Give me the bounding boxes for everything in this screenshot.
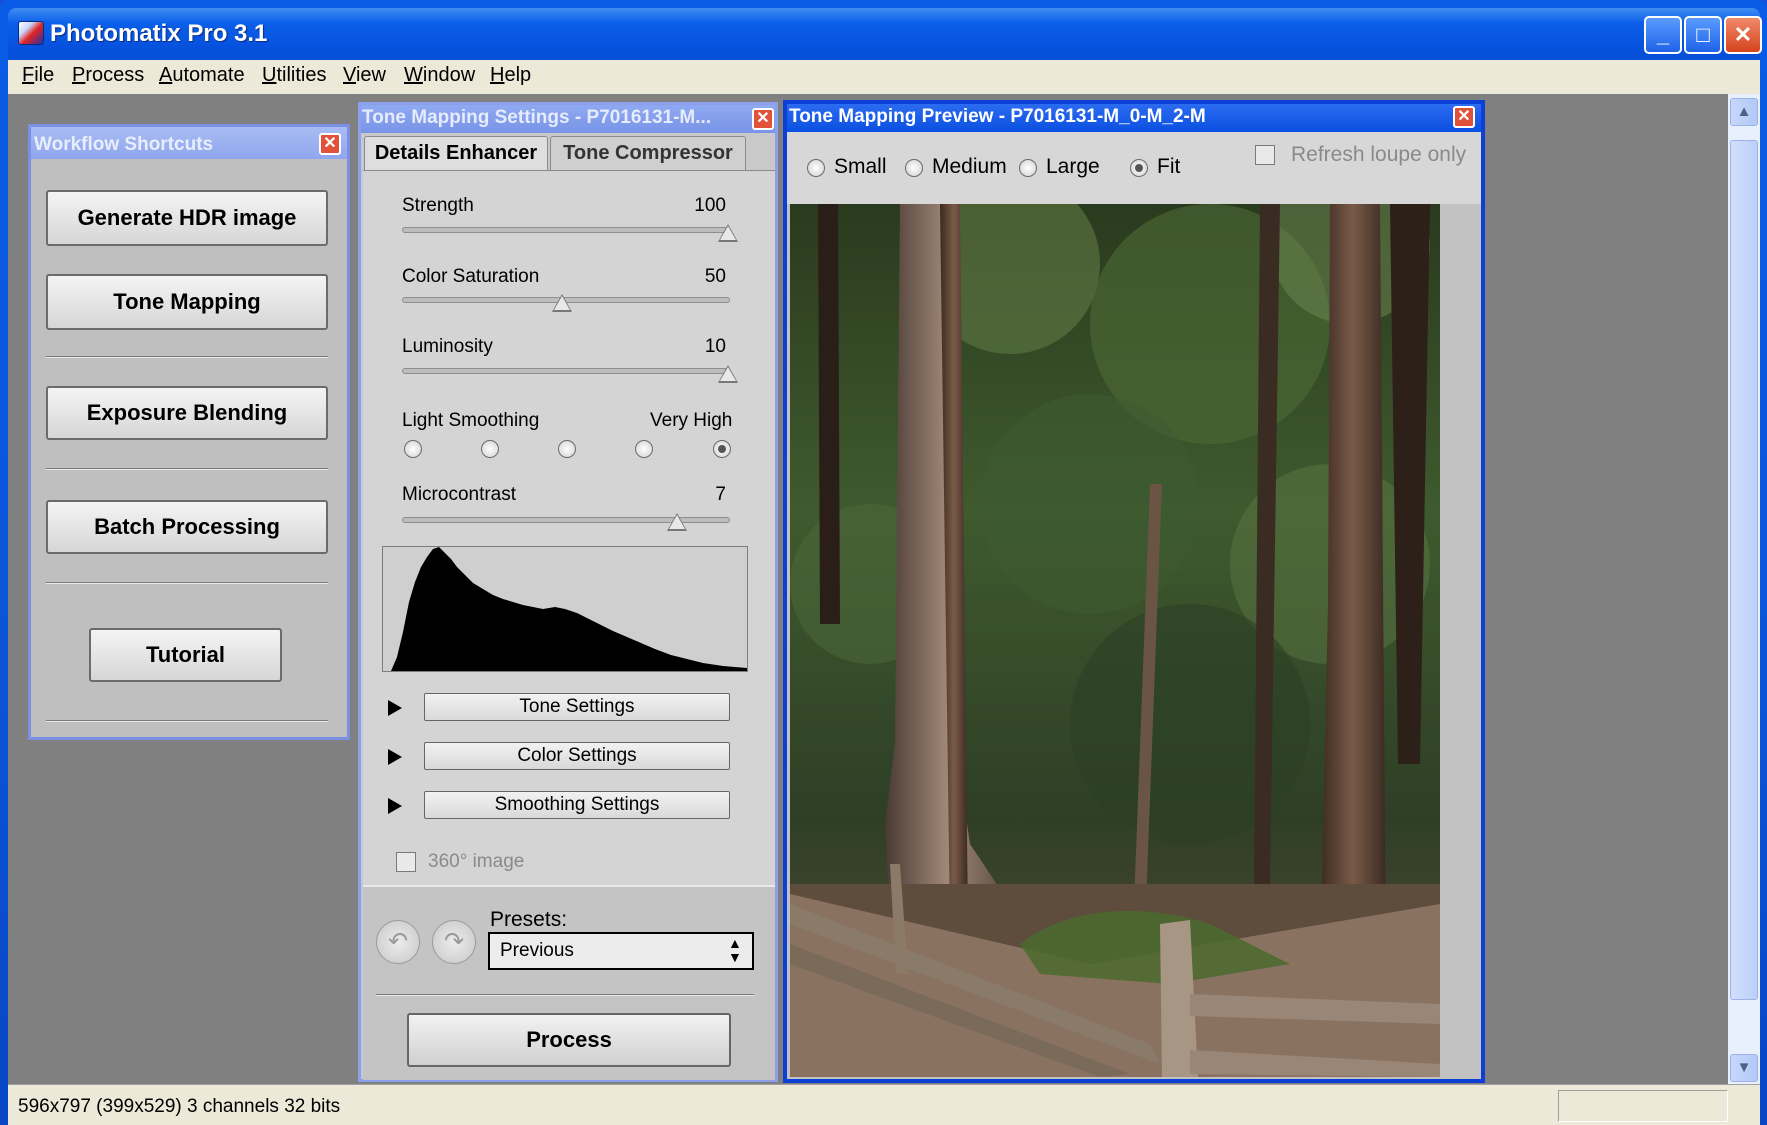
menu-automate[interactable]: Automate [159,64,245,87]
tone-settings-title: Tone Mapping Settings - P7016131-M... [362,107,712,128]
app-title: Photomatix Pro 3.1 [50,20,268,47]
histogram-graph [391,547,747,671]
maximize-button[interactable]: □ [1684,16,1722,54]
preview-title: Tone Mapping Preview - P7016131-M_0-M_2-… [789,106,1206,127]
microcontrast-label: Microcontrast [402,484,517,505]
light-smoothing-value: Very High [650,410,733,431]
light-smoothing-radio-4[interactable] [635,440,653,458]
size-medium-radio[interactable] [905,159,923,177]
undo-button[interactable]: ↶ [376,920,420,964]
color-settings-button[interactable]: Color Settings [424,742,730,770]
menu-help[interactable]: Help [490,64,531,87]
presets-select[interactable]: Previous ▲ ▼ [488,932,754,970]
app-icon [18,21,44,45]
luminosity-label: Luminosity [402,336,493,357]
light-smoothing-radio-5[interactable] [713,440,731,458]
select-arrows-icon: ▲ ▼ [728,935,742,965]
size-large-radio[interactable] [1019,159,1037,177]
histogram [382,546,748,672]
menu-window[interactable]: Window [404,64,475,87]
batch-processing-button[interactable]: Batch Processing [46,500,328,554]
size-small-label: Small [834,155,887,178]
light-smoothing-radio-2[interactable] [481,440,499,458]
minimize-button[interactable]: _ [1644,16,1682,54]
strength-value: 100 [694,195,726,216]
menu-process[interactable]: Process [72,64,144,87]
refresh-loupe-checkbox[interactable] [1255,145,1275,165]
tone-settings-button[interactable]: Tone Settings [424,693,730,721]
tab-details-enhancer[interactable]: Details Enhancer [364,136,548,170]
color-saturation-value: 50 [704,266,726,287]
menu-utilities[interactable]: Utilities [262,64,326,87]
luminosity-slider-thumb[interactable] [718,365,738,383]
generate-hdr-button[interactable]: Generate HDR image [46,190,328,246]
luminosity-slider-track[interactable] [402,368,730,374]
strength-slider-track[interactable] [402,227,730,233]
color-saturation-slider-thumb[interactable] [552,294,572,312]
microcontrast-value: 7 [715,484,726,505]
presets-selected-value: Previous [500,940,574,961]
menu-file[interactable]: File [22,64,54,87]
image-360-checkbox[interactable] [396,852,416,872]
presets-label: Presets: [490,908,568,931]
workflow-separator [46,468,328,470]
workflow-close-icon[interactable]: ✕ [319,133,341,155]
workflow-separator [46,720,328,722]
scroll-thumb[interactable] [1730,140,1758,1000]
workflow-separator [46,582,328,584]
preview-close-icon[interactable]: ✕ [1453,106,1475,128]
presets-separator [376,994,754,996]
refresh-loupe-label: Refresh loupe only [1291,143,1467,166]
light-smoothing-label: Light Smoothing [402,410,540,431]
tone-settings-expand-icon[interactable] [388,700,402,716]
scroll-down-button[interactable]: ▼ [1730,1054,1758,1082]
menu-view[interactable]: View [343,64,386,87]
light-smoothing-radio-3[interactable] [558,440,576,458]
forest-photo [790,164,1440,1077]
exposure-blending-button[interactable]: Exposure Blending [46,386,328,440]
image-360-label: 360° image [428,851,525,872]
size-fit-radio[interactable] [1130,159,1148,177]
workflow-separator [46,356,328,358]
size-small-radio[interactable] [807,159,825,177]
smoothing-settings-button[interactable]: Smoothing Settings [424,791,730,819]
preview-photo[interactable] [790,164,1440,1077]
tone-mapping-button[interactable]: Tone Mapping [46,274,328,330]
title-bar[interactable] [8,8,1760,68]
tone-settings-close-icon[interactable]: ✕ [752,108,774,130]
process-button[interactable]: Process [407,1013,731,1067]
size-medium-label: Medium [932,155,1007,178]
microcontrast-slider-thumb[interactable] [667,513,687,531]
smoothing-settings-expand-icon[interactable] [388,798,402,814]
tab-tone-compressor[interactable]: Tone Compressor [550,136,746,170]
strength-label: Strength [402,195,474,216]
status-text: 596x797 (399x529) 3 channels 32 bits [18,1096,341,1117]
scroll-up-button[interactable]: ▲ [1730,98,1758,126]
close-button[interactable]: ✕ [1724,16,1762,54]
status-panel [1558,1090,1728,1122]
strength-slider-thumb[interactable] [718,224,738,242]
workflow-shortcuts-title: Workflow Shortcuts [34,134,214,155]
redo-button[interactable]: ↷ [432,920,476,964]
size-large-label: Large [1046,155,1100,178]
color-saturation-label: Color Saturation [402,266,540,287]
tutorial-button[interactable]: Tutorial [89,628,282,682]
color-settings-expand-icon[interactable] [388,749,402,765]
light-smoothing-radio-1[interactable] [404,440,422,458]
size-fit-label: Fit [1157,155,1181,178]
luminosity-value: 10 [704,336,726,357]
